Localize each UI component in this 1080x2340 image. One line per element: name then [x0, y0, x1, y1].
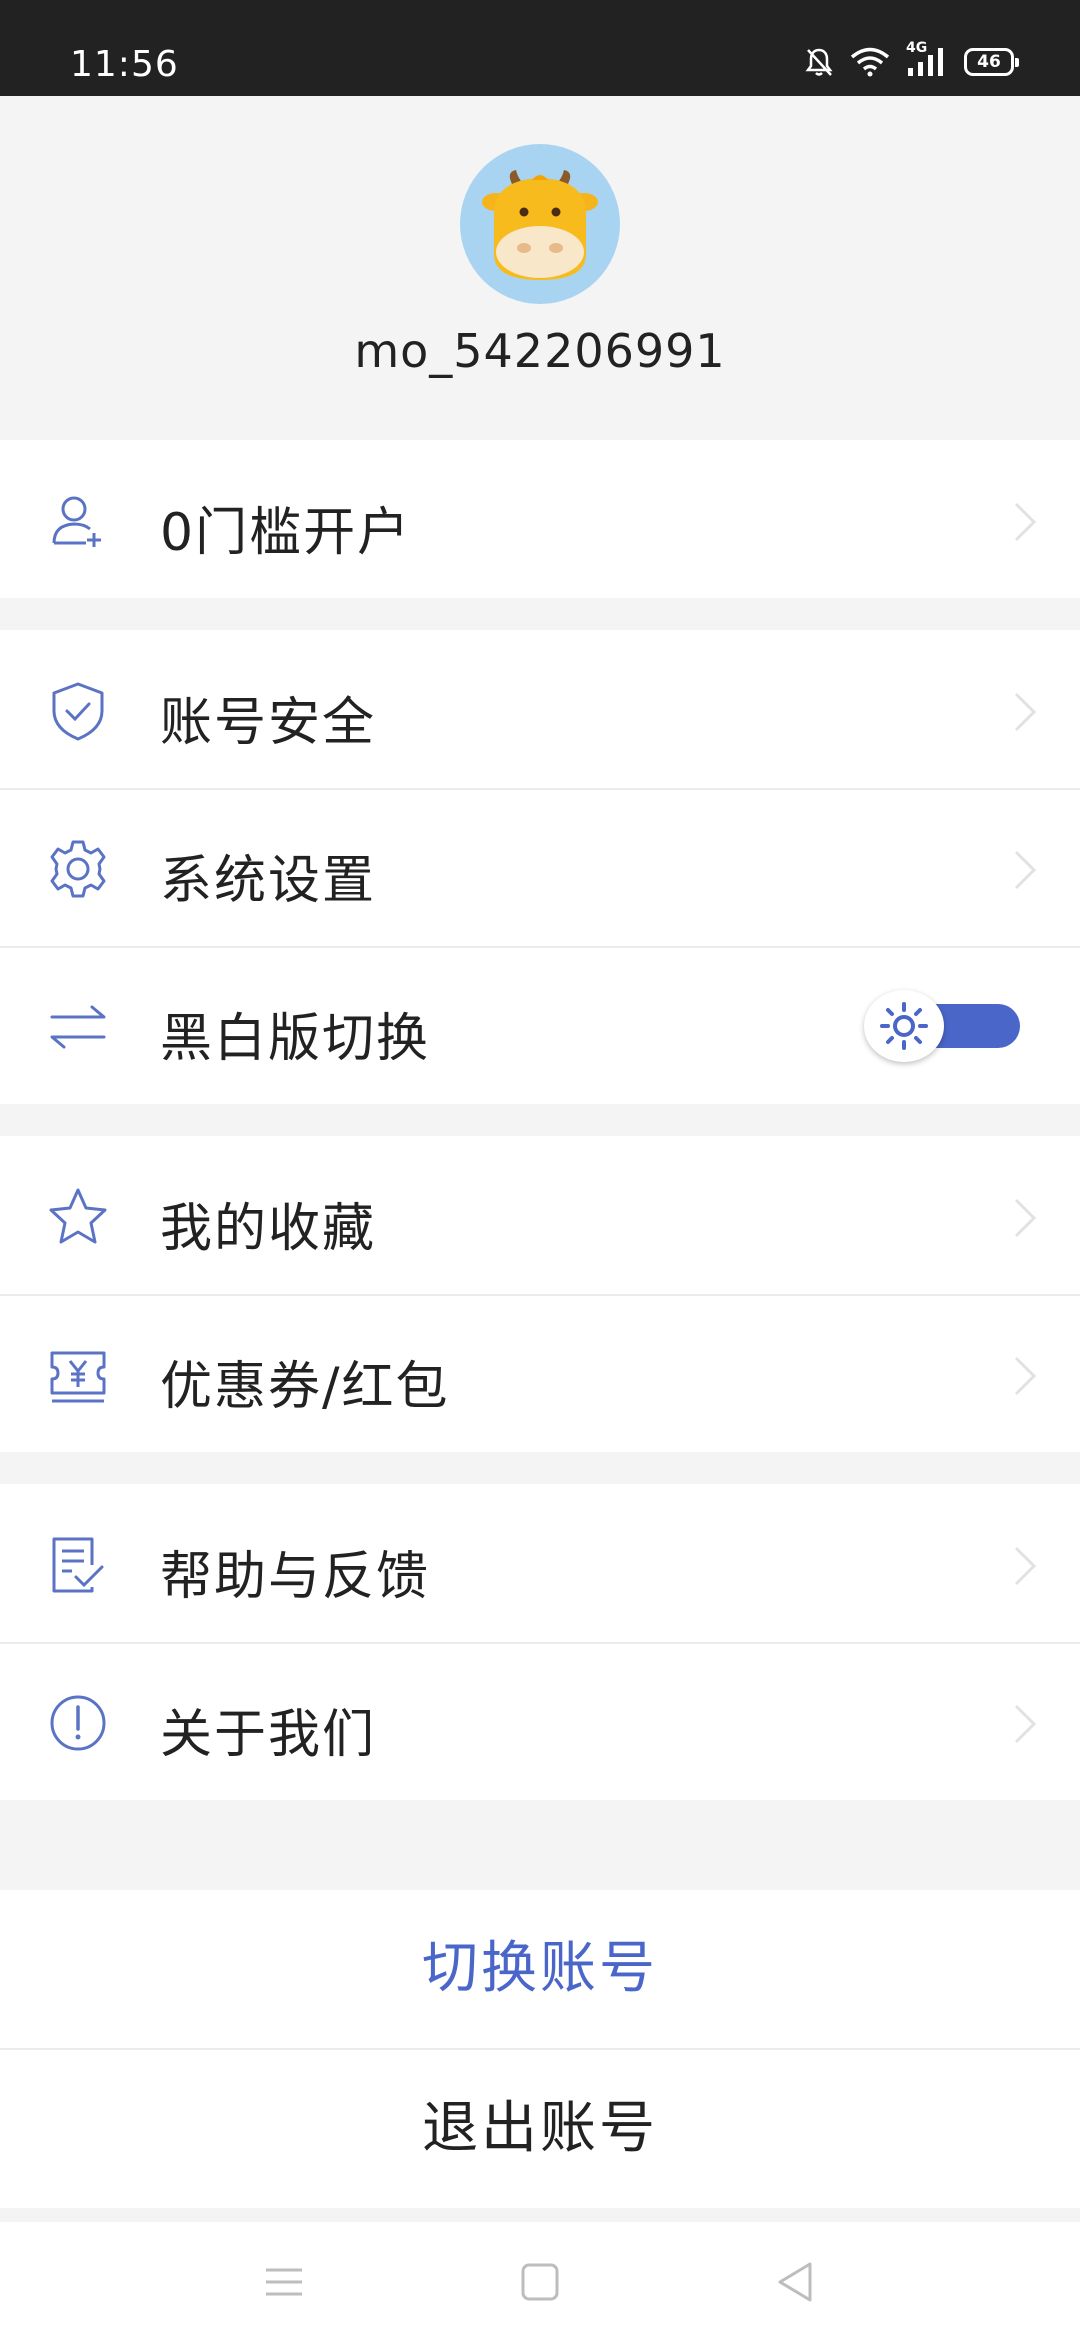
menu-item-system-settings[interactable]: 系统设置: [0, 788, 1080, 946]
home-nav-icon[interactable]: [518, 2260, 562, 2304]
sun-icon: [880, 1002, 928, 1050]
menu-group-settings: 账号安全 系统设置 黑白版切换: [0, 630, 1080, 1104]
avatar[interactable]: [460, 144, 620, 304]
menu-item-open-account[interactable]: 0门槛开户: [0, 440, 1080, 598]
menu-item-account-security[interactable]: 账号安全: [0, 630, 1080, 788]
back-nav-icon[interactable]: [774, 2260, 818, 2304]
switch-knob: [864, 990, 944, 1062]
menu-nav-icon[interactable]: [262, 2260, 306, 2304]
menu-item-coupons[interactable]: 优惠券/红包: [0, 1294, 1080, 1452]
chevron-right-icon: [1014, 1198, 1037, 1238]
menu-label: 我的收藏: [160, 1199, 377, 1259]
battery-icon: 46: [964, 48, 1019, 76]
cellular-signal-icon: 4G: [906, 40, 948, 78]
menu-item-mono-toggle: 黑白版切换: [0, 946, 1080, 1104]
divider: [0, 2048, 1080, 2050]
swap-arrows-icon: [50, 1005, 106, 1049]
menu-item-about-us[interactable]: 关于我们: [0, 1642, 1080, 1800]
logout-button[interactable]: 退出账号: [0, 2050, 1080, 2208]
network-type-label: 4G: [906, 40, 928, 56]
gear-icon: [50, 840, 106, 898]
menu-item-help-feedback[interactable]: 帮助与反馈: [0, 1484, 1080, 1642]
switch-account-button[interactable]: 切换账号: [0, 1890, 1080, 2048]
status-icons: 4G 46: [804, 40, 1019, 78]
status-time: 11:56: [70, 44, 179, 85]
add-user-icon: [52, 496, 101, 547]
cow-mascot-icon: [482, 170, 598, 280]
menu-label: 优惠券/红包: [160, 1357, 450, 1417]
menu-label: 关于我们: [160, 1705, 377, 1765]
coupon-icon: [50, 1351, 106, 1403]
menu-label: 0门槛开户: [160, 503, 412, 563]
star-icon: [49, 1188, 107, 1244]
wifi-icon: [850, 47, 890, 77]
info-circle-icon: [50, 1695, 106, 1751]
system-nav-bar: [0, 2222, 1080, 2340]
menu-group-account-open: 0门槛开户: [0, 440, 1080, 598]
chevron-right-icon: [1014, 692, 1037, 732]
feedback-note-icon: [52, 1537, 104, 1593]
chevron-right-icon: [1014, 1704, 1037, 1744]
chevron-right-icon: [1014, 1546, 1037, 1586]
menu-label: 系统设置: [160, 851, 377, 911]
menu-group-favorites: 我的收藏 优惠券/红包: [0, 1136, 1080, 1452]
username: mo_542206991: [354, 324, 726, 378]
status-bar: 11:56 4G 46: [0, 0, 1080, 96]
mono-mode-switch[interactable]: [864, 990, 1024, 1062]
profile-header: mo_542206991: [0, 96, 1080, 440]
chevron-right-icon: [1014, 1356, 1037, 1396]
chevron-right-icon: [1014, 850, 1037, 890]
menu-group-support: 帮助与反馈 关于我们: [0, 1484, 1080, 1800]
menu-item-favorites[interactable]: 我的收藏: [0, 1136, 1080, 1294]
bell-off-icon: [804, 46, 834, 78]
menu-label: 账号安全: [160, 693, 377, 753]
shield-check-icon: [52, 682, 104, 741]
menu-label: 帮助与反馈: [160, 1547, 431, 1607]
menu-label: 黑白版切换: [160, 1009, 431, 1069]
chevron-right-icon: [1014, 502, 1037, 542]
